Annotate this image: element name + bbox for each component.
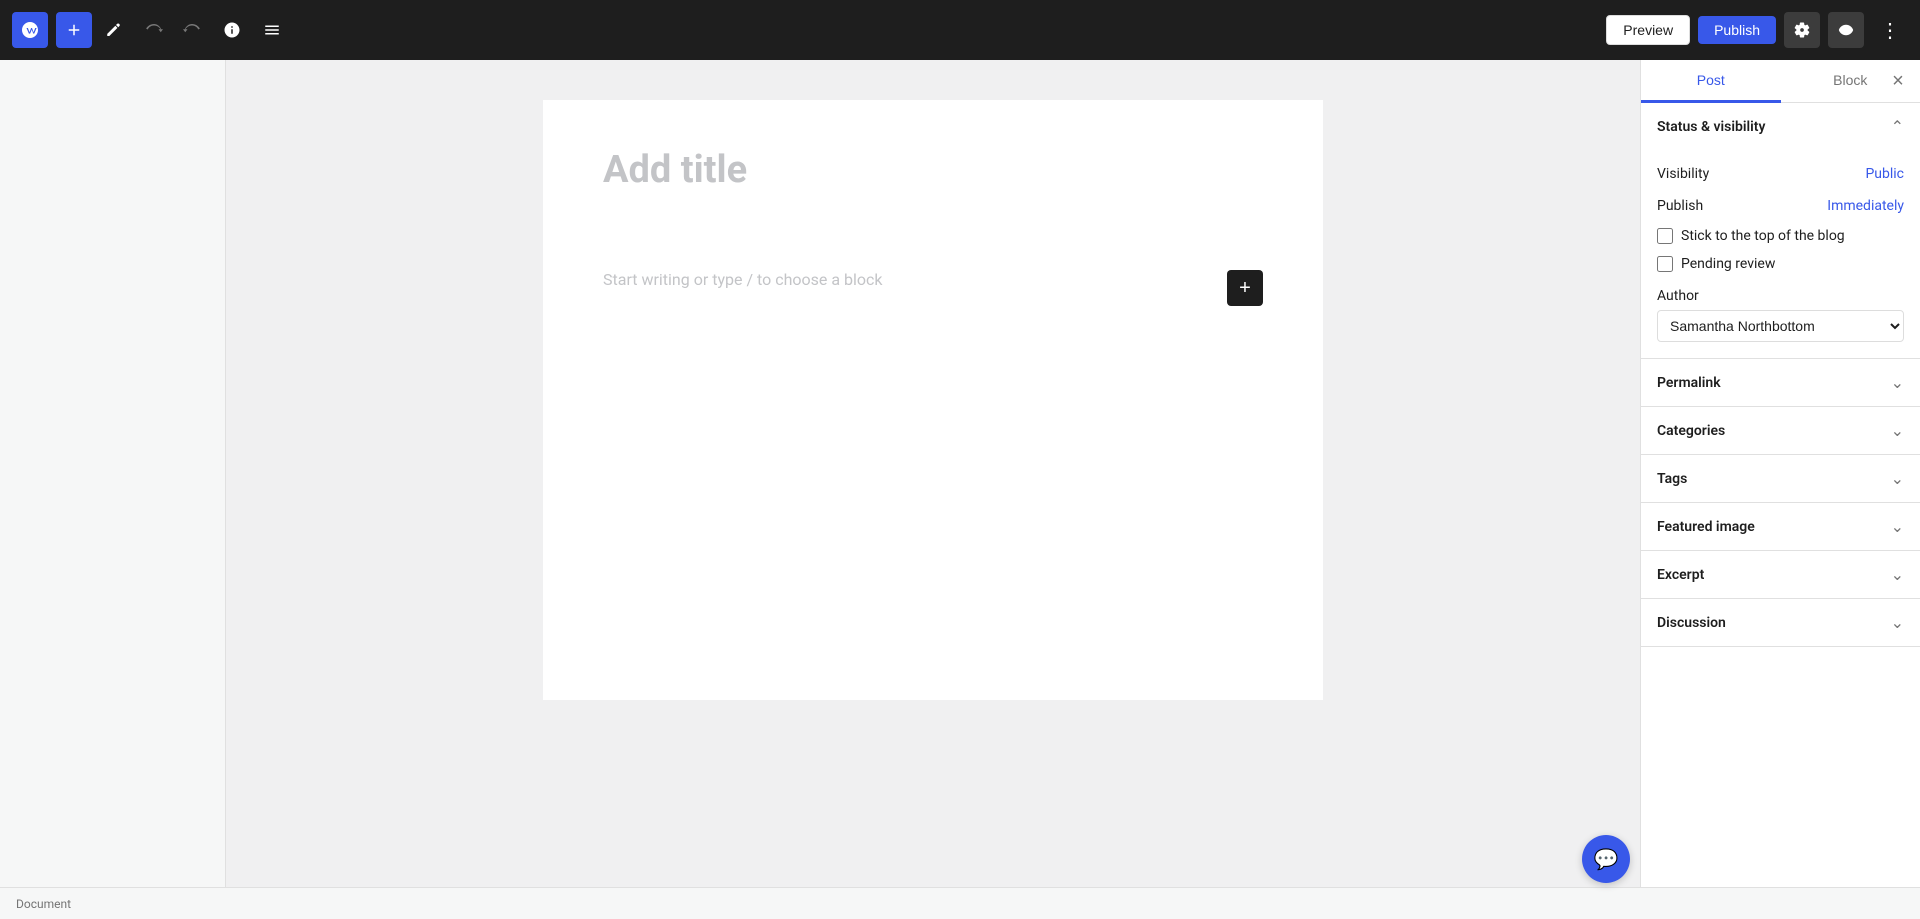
author-select[interactable]: Samantha Northbottom Admin Editor <box>1657 310 1904 342</box>
undo-redo-group <box>136 12 210 48</box>
section-featured-image-title: Featured image <box>1657 519 1755 535</box>
list-view-button[interactable] <box>254 12 290 48</box>
section-tags: Tags ⌄ <box>1641 455 1920 503</box>
status-bar: Document <box>0 887 1920 919</box>
body-placeholder[interactable]: Start writing or type / to choose a bloc… <box>603 270 1211 289</box>
more-options-button[interactable]: ⋮ <box>1872 12 1908 48</box>
section-discussion-title: Discussion <box>1657 615 1726 631</box>
section-categories: Categories ⌄ <box>1641 407 1920 455</box>
redo-button[interactable] <box>174 12 210 48</box>
chevron-down-icon: ⌄ <box>1891 469 1904 488</box>
add-block-toolbar-button[interactable] <box>56 12 92 48</box>
visibility-label: Visibility <box>1657 166 1709 182</box>
close-panel-button[interactable]: × <box>1884 67 1912 95</box>
toolbar-left <box>12 12 290 48</box>
publish-value[interactable]: Immediately <box>1827 198 1904 214</box>
visibility-row: Visibility Public <box>1657 158 1904 190</box>
publish-button[interactable]: Publish <box>1698 16 1776 44</box>
body-area: Start writing or type / to choose a bloc… <box>603 270 1263 306</box>
edit-button[interactable] <box>96 12 132 48</box>
pending-review-label[interactable]: Pending review <box>1681 256 1775 272</box>
section-permalink-header[interactable]: Permalink ⌄ <box>1641 359 1920 406</box>
visibility-value[interactable]: Public <box>1865 166 1904 182</box>
preview-button[interactable]: Preview <box>1606 15 1690 45</box>
section-featured-image-header[interactable]: Featured image ⌄ <box>1641 503 1920 550</box>
view-button[interactable] <box>1828 12 1864 48</box>
settings-button[interactable] <box>1784 12 1820 48</box>
pending-review-checkbox[interactable] <box>1657 256 1673 272</box>
chevron-down-icon: ⌄ <box>1891 565 1904 584</box>
chevron-up-icon: ⌃ <box>1891 117 1904 136</box>
section-excerpt-header[interactable]: Excerpt ⌄ <box>1641 551 1920 598</box>
main-layout: Start writing or type / to choose a bloc… <box>0 60 1920 887</box>
info-button[interactable] <box>214 12 250 48</box>
section-status-visibility-title: Status & visibility <box>1657 119 1765 135</box>
undo-button[interactable] <box>136 12 172 48</box>
section-status-visibility-content: Visibility Public Publish Immediately St… <box>1641 150 1920 358</box>
publish-label: Publish <box>1657 198 1703 214</box>
help-chat-button[interactable]: 💬 <box>1582 835 1630 883</box>
stick-to-top-checkbox[interactable] <box>1657 228 1673 244</box>
wp-logo[interactable] <box>12 12 48 48</box>
left-sidebar <box>0 60 226 887</box>
pending-review-row: Pending review <box>1657 250 1904 278</box>
section-tags-title: Tags <box>1657 471 1687 487</box>
section-permalink: Permalink ⌄ <box>1641 359 1920 407</box>
right-panel: Post Block × Status & visibility ⌃ Visib… <box>1640 60 1920 887</box>
toolbar-right: Preview Publish ⋮ <box>1606 12 1908 48</box>
section-categories-header[interactable]: Categories ⌄ <box>1641 407 1920 454</box>
section-excerpt-title: Excerpt <box>1657 567 1704 583</box>
section-excerpt: Excerpt ⌄ <box>1641 551 1920 599</box>
chevron-down-icon: ⌄ <box>1891 613 1904 632</box>
author-section: Author Samantha Northbottom Admin Editor <box>1657 288 1904 342</box>
section-discussion: Discussion ⌄ <box>1641 599 1920 647</box>
stick-to-top-row: Stick to the top of the blog <box>1657 222 1904 250</box>
toolbar: Preview Publish ⋮ <box>0 0 1920 60</box>
post-title-input[interactable] <box>603 148 1263 236</box>
section-discussion-header[interactable]: Discussion ⌄ <box>1641 599 1920 646</box>
tab-post[interactable]: Post <box>1641 60 1781 103</box>
publish-row: Publish Immediately <box>1657 190 1904 222</box>
section-status-visibility: Status & visibility ⌃ Visibility Public … <box>1641 103 1920 359</box>
section-featured-image: Featured image ⌄ <box>1641 503 1920 551</box>
plus-icon: + <box>1239 278 1251 298</box>
panel-tabs: Post Block × <box>1641 60 1920 103</box>
section-permalink-title: Permalink <box>1657 375 1721 391</box>
editor-area: Start writing or type / to choose a bloc… <box>226 60 1640 887</box>
document-label: Document <box>16 897 71 911</box>
author-label: Author <box>1657 288 1904 304</box>
add-block-inline-button[interactable]: + <box>1227 270 1263 306</box>
section-tags-header[interactable]: Tags ⌄ <box>1641 455 1920 502</box>
section-status-visibility-header[interactable]: Status & visibility ⌃ <box>1641 103 1920 150</box>
chat-icon: 💬 <box>1594 847 1619 872</box>
section-categories-title: Categories <box>1657 423 1725 439</box>
chevron-down-icon: ⌄ <box>1891 421 1904 440</box>
stick-to-top-label[interactable]: Stick to the top of the blog <box>1681 228 1845 244</box>
chevron-down-icon: ⌄ <box>1891 517 1904 536</box>
editor-content: Start writing or type / to choose a bloc… <box>543 100 1323 700</box>
chevron-down-icon: ⌄ <box>1891 373 1904 392</box>
